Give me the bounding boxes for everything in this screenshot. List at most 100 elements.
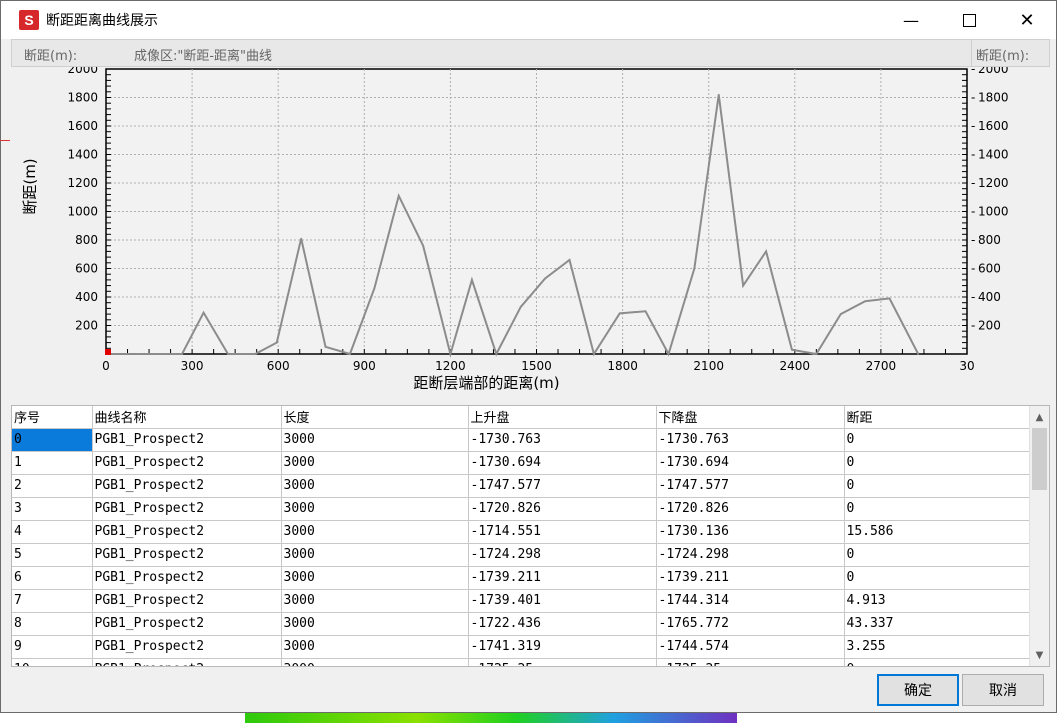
cancel-button[interactable]: 取消 <box>962 674 1044 706</box>
cell-curve-name[interactable]: PGB1_Prospect2 <box>92 451 282 475</box>
cell-index[interactable]: 3 <box>12 497 93 521</box>
cell-throw[interactable]: 0 <box>844 428 1031 452</box>
cell-throw[interactable]: 0 <box>844 566 1031 590</box>
cell-length[interactable]: 3000 <box>281 635 469 659</box>
cell-throw[interactable]: 0 <box>844 543 1031 567</box>
cell-downthrown[interactable]: -1744.314 <box>656 589 845 613</box>
cell-curve-name[interactable]: PGB1_Prospect2 <box>92 612 282 636</box>
ok-button[interactable]: 确定 <box>877 674 959 706</box>
cell-throw[interactable]: 43.337 <box>844 612 1031 636</box>
cell-upthrown[interactable]: -1730.763 <box>468 428 657 452</box>
cell-downthrown[interactable]: -1744.574 <box>656 635 845 659</box>
data-point <box>254 353 257 355</box>
column-header-upthrown[interactable]: 上升盘 <box>468 406 657 429</box>
cell-downthrown[interactable]: -1720.826 <box>656 497 845 521</box>
origin-marker[interactable] <box>105 349 111 355</box>
title-bar[interactable]: S 断距距离曲线展示 — ✕ <box>1 1 1056 39</box>
cell-throw[interactable]: 0 <box>844 497 1031 521</box>
cell-upthrown[interactable]: -1720.826 <box>468 497 657 521</box>
cell-throw[interactable]: 4.913 <box>844 589 1031 613</box>
cell-index[interactable]: 4 <box>12 520 93 544</box>
y-tick-label-right: - <box>971 262 975 276</box>
table-row[interactable]: 7 PGB1_Prospect2 3000 -1739.401 -1744.314 4.9… <box>12 589 1031 613</box>
cell-curve-name[interactable]: PGB1_Prospect2 <box>92 658 282 666</box>
cell-index[interactable]: 8 <box>12 612 93 636</box>
cell-index[interactable]: 1 <box>12 451 93 475</box>
data-point <box>765 250 767 253</box>
column-header-index[interactable]: 序号 <box>12 406 93 429</box>
cell-upthrown[interactable]: -1747.577 <box>468 474 657 498</box>
table-row[interactable]: 9 PGB1_Prospect2 3000 -1741.319 -1744.574 3.2… <box>12 635 1031 659</box>
table-row[interactable]: 4 PGB1_Prospect2 3000 -1714.551 -1730.136 15.… <box>12 520 1031 544</box>
table-row[interactable]: 3 PGB1_Prospect2 3000 -1720.826 -1720.826 0 <box>12 497 1031 521</box>
table-row[interactable]: 1 PGB1_Prospect2 3000 -1730.694 -1730.694 0 <box>12 451 1031 475</box>
cell-curve-name[interactable]: PGB1_Prospect2 <box>92 428 282 452</box>
cell-downthrown[interactable]: -1730.136 <box>656 520 845 544</box>
cell-curve-name[interactable]: PGB1_Prospect2 <box>92 520 282 544</box>
window-title: 断距距离曲线展示 <box>46 13 158 29</box>
cell-length[interactable]: 3000 <box>281 612 469 636</box>
cell-upthrown[interactable]: -1739.211 <box>468 566 657 590</box>
scrollbar-thumb[interactable] <box>1032 428 1047 490</box>
cell-curve-name[interactable]: PGB1_Prospect2 <box>92 566 282 590</box>
cell-upthrown[interactable]: -1724.298 <box>468 543 657 567</box>
table-row[interactable]: 10PGB1_Prospect23000-1725.25-1725.250 <box>12 658 1031 666</box>
cell-upthrown[interactable]: -1725.25 <box>468 658 657 666</box>
cell-upthrown[interactable]: -1741.319 <box>468 635 657 659</box>
cell-throw[interactable]: 0 <box>844 658 1031 666</box>
cell-curve-name[interactable]: PGB1_Prospect2 <box>92 589 282 613</box>
column-header-downthrown[interactable]: 下降盘 <box>656 406 845 429</box>
cell-index[interactable]: 9 <box>12 635 93 659</box>
cell-upthrown[interactable]: -1722.436 <box>468 612 657 636</box>
cell-downthrown[interactable]: -1725.25 <box>656 658 845 666</box>
cell-length[interactable]: 3000 <box>281 428 469 452</box>
cell-throw[interactable]: 0 <box>844 474 1031 498</box>
cell-throw[interactable]: 3.255 <box>844 635 1031 659</box>
cell-index[interactable]: 5 <box>12 543 93 567</box>
scroll-up-arrow-icon[interactable]: ▲ <box>1030 408 1049 426</box>
cell-index[interactable]: 7 <box>12 589 93 613</box>
close-icon: ✕ <box>1019 9 1035 31</box>
cell-throw[interactable]: 15.586 <box>844 520 1031 544</box>
minimize-button[interactable]: — <box>882 1 940 39</box>
cell-index[interactable]: 0 <box>12 428 93 452</box>
y-tick-label-right: - <box>971 205 975 219</box>
cell-curve-name[interactable]: PGB1_Prospect2 <box>92 474 282 498</box>
cell-length[interactable]: 3000 <box>281 543 469 567</box>
table-row[interactable]: 0 PGB1_Prospect2 3000 -1730.763 -1730.763 0 <box>12 428 1031 452</box>
column-header-length[interactable]: 长度 <box>281 406 469 429</box>
table-row[interactable]: 2 PGB1_Prospect2 3000 -1747.577 -1747.577 0 <box>12 474 1031 498</box>
cell-downthrown[interactable]: -1739.211 <box>656 566 845 590</box>
maximize-button[interactable] <box>940 1 998 39</box>
cell-upthrown[interactable]: -1739.401 <box>468 589 657 613</box>
cell-throw[interactable]: 0 <box>844 451 1031 475</box>
cell-upthrown[interactable]: -1714.551 <box>468 520 657 544</box>
cell-length[interactable]: 3000 <box>281 589 469 613</box>
cell-index[interactable]: 2 <box>12 474 93 498</box>
cell-curve-name[interactable]: PGB1_Prospect2 <box>92 635 282 659</box>
cell-downthrown[interactable]: -1730.763 <box>656 428 845 452</box>
table-row[interactable]: 6 PGB1_Prospect2 3000 -1739.211 -1739.211 0 <box>12 566 1031 590</box>
cell-length[interactable]: 3000 <box>281 658 469 666</box>
cell-curve-name[interactable]: PGB1_Prospect2 <box>92 543 282 567</box>
cell-length[interactable]: 3000 <box>281 474 469 498</box>
close-button[interactable]: ✕ <box>998 1 1056 39</box>
scroll-down-arrow-icon[interactable]: ▼ <box>1030 646 1049 664</box>
cell-length[interactable]: 3000 <box>281 497 469 521</box>
cell-downthrown[interactable]: -1747.577 <box>656 474 845 498</box>
table-row[interactable]: 5 PGB1_Prospect2 3000 -1724.298 -1724.298 0 <box>12 543 1031 567</box>
cell-upthrown[interactable]: -1730.694 <box>468 451 657 475</box>
cell-downthrown[interactable]: -1730.694 <box>656 451 845 475</box>
cell-curve-name[interactable]: PGB1_Prospect2 <box>92 497 282 521</box>
cell-index[interactable]: 10 <box>12 658 93 666</box>
cell-index[interactable]: 6 <box>12 566 93 590</box>
cell-length[interactable]: 3000 <box>281 566 469 590</box>
cell-downthrown[interactable]: -1724.298 <box>656 543 845 567</box>
cell-downthrown[interactable]: -1765.772 <box>656 612 845 636</box>
vertical-scrollbar[interactable]: ▲ ▼ <box>1029 406 1049 666</box>
cell-length[interactable]: 3000 <box>281 520 469 544</box>
column-header-throw[interactable]: 断距 <box>844 406 1031 429</box>
cell-length[interactable]: 3000 <box>281 451 469 475</box>
table-row[interactable]: 8 PGB1_Prospect2 3000 -1722.436 -1765.772 43.… <box>12 612 1031 636</box>
column-header-curve-name[interactable]: 曲线名称 <box>92 406 282 429</box>
